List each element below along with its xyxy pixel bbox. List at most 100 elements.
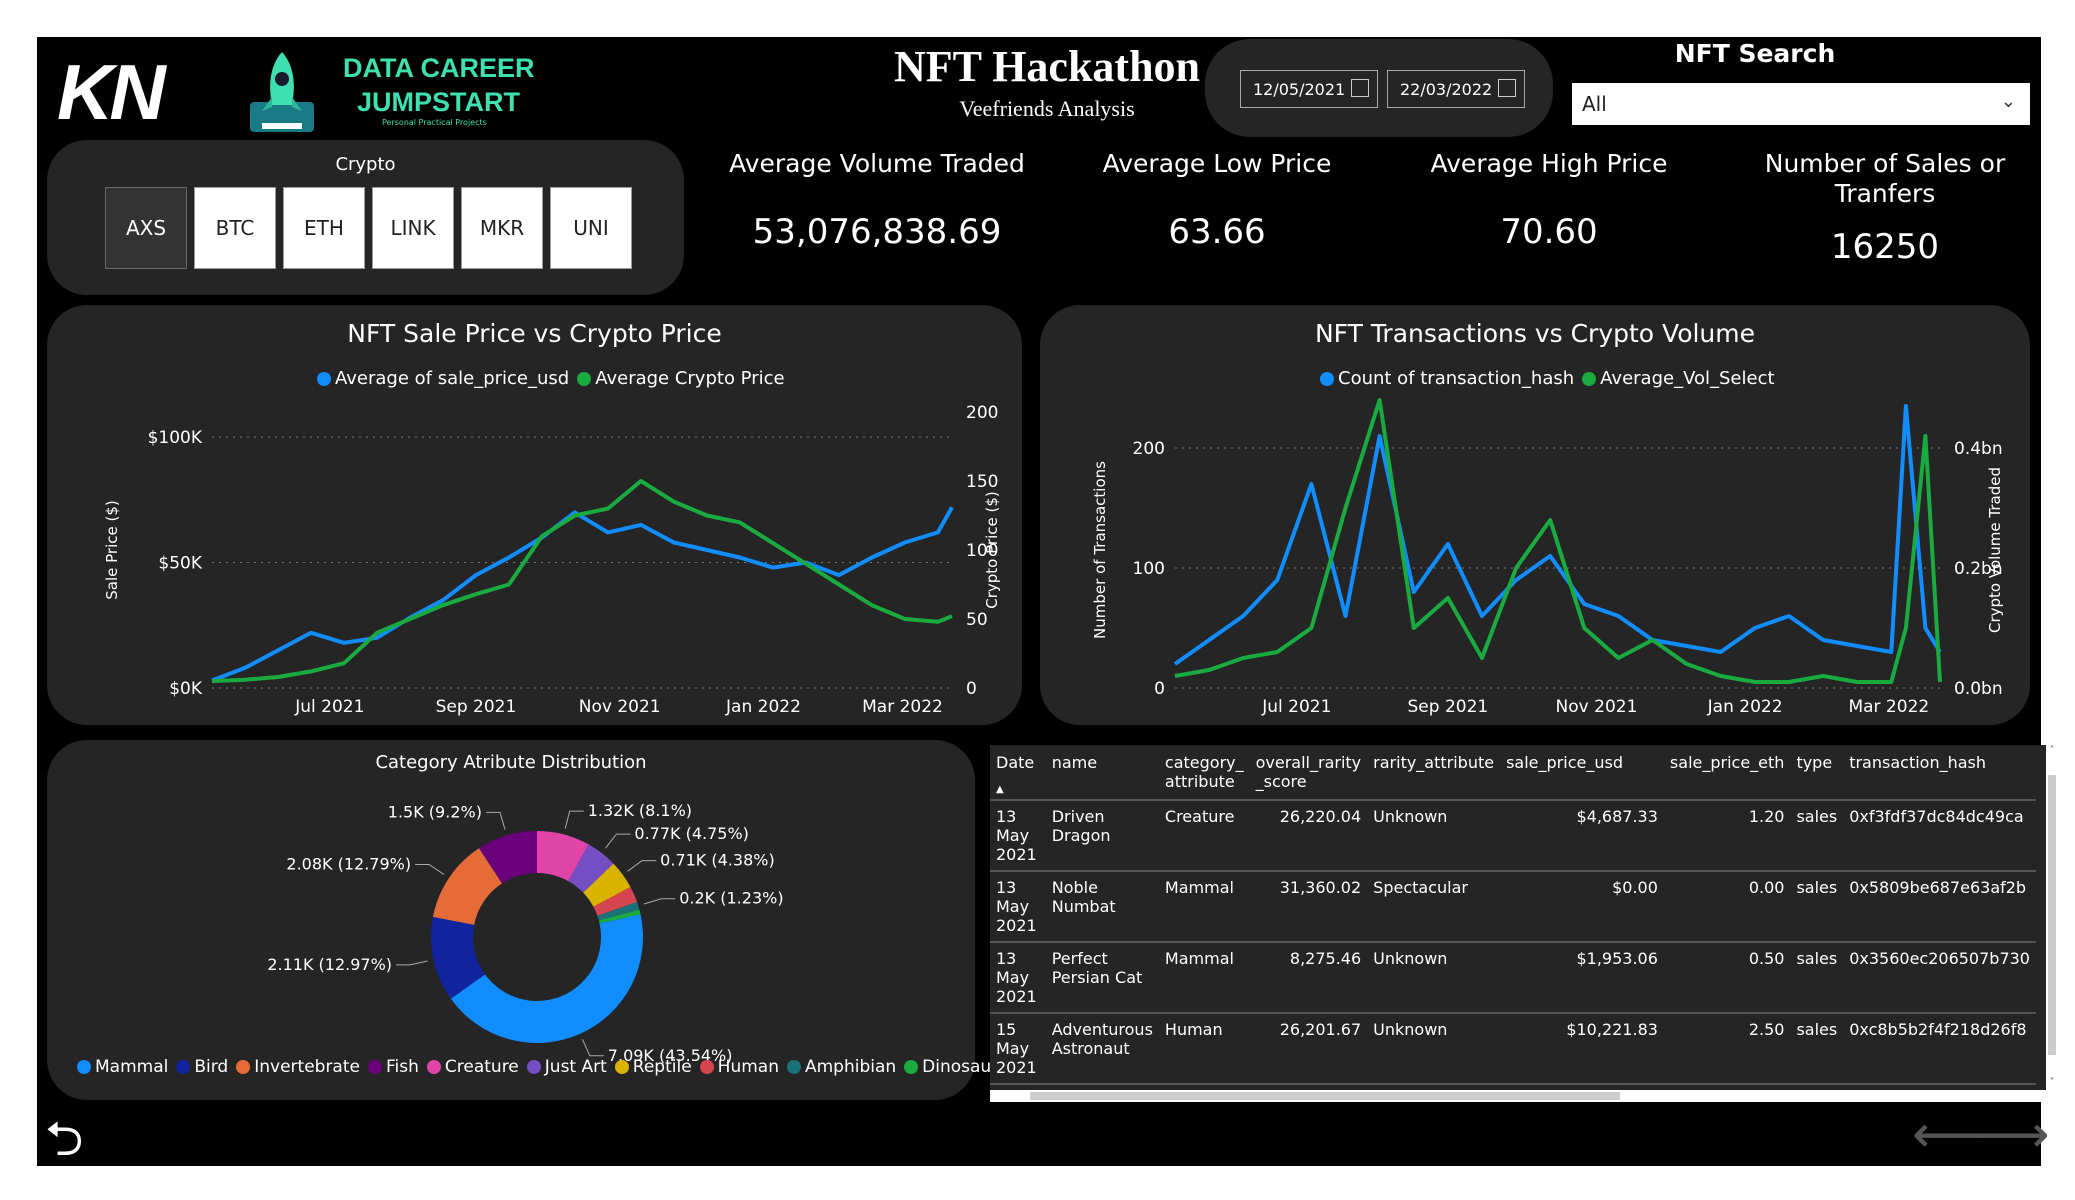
table-cell: $1,953.06 [1500, 941, 1664, 1013]
chart2-legend: Count of transaction_hash Average_Vol_Se… [1320, 368, 1775, 389]
scroll-thumb[interactable] [1030, 1092, 1620, 1100]
donut-data-label: 0.2K (1.23%) [679, 889, 783, 908]
table-cell: 26,201.67 [1249, 1012, 1368, 1084]
col-date[interactable]: Date ▲ [990, 745, 1046, 800]
page-subtitle: Veefriends Analysis [959, 96, 1135, 121]
col-type[interactable]: type [1790, 745, 1843, 800]
legend-label: Human [717, 1057, 779, 1077]
legend-label: Average of sale_price_usd [335, 368, 570, 389]
calendar-icon[interactable] [1498, 79, 1516, 97]
col-name[interactable]: name [1046, 745, 1159, 800]
table-cell: 0x5809be687e63af2b [1843, 870, 2036, 942]
series-line-primary [1173, 404, 1942, 666]
chevron-down-icon[interactable]: ⌄ [2001, 91, 2016, 112]
start-date-value: 12/05/2021 [1253, 79, 1346, 99]
y2-tick-label: 150 [966, 472, 998, 492]
crypto-option-btc[interactable]: BTC [194, 187, 276, 269]
legend-dot [786, 1060, 801, 1074]
transactions-vs-volume-chart: 01002000.0bn0.2bn0.4bnJul 2021 Sep 2021 No… [1091, 398, 2004, 722]
donut-leader-line [396, 960, 428, 966]
table-cell: Mammal [1158, 941, 1250, 1013]
col-rarity-score[interactable]: overall_rarity _score [1250, 745, 1368, 800]
donut-data-label: 0.71K (4.38%) [660, 851, 775, 870]
y-tick-label: $100K [148, 428, 203, 448]
horizontal-scrollbar[interactable] [990, 1090, 2046, 1102]
y2-tick-label: 200 [966, 403, 998, 423]
start-date-input[interactable]: 12/05/2021 [1240, 70, 1378, 108]
crypto-slicer-label: Crypto [335, 154, 396, 175]
table-cell: 15 May 2021 [990, 1012, 1046, 1084]
donut-data-label: 0.77K (4.75%) [634, 824, 749, 843]
chart1-legend: Average of sale_price_usd Average Crypto… [317, 368, 785, 389]
legend-label: Invertebrate [254, 1057, 360, 1077]
series-line-primary [211, 506, 954, 683]
table-cell: 0x3560ec206507b730 [1843, 941, 2036, 1013]
rocket-icon [242, 47, 322, 137]
col-sale-eth[interactable]: sale_price_eth [1664, 745, 1791, 800]
table-cell: 0xf3fdf37dc84dc49ca [1843, 799, 2036, 871]
table-cell: $10,221.83 [1500, 1012, 1664, 1084]
legend-label: Bird [194, 1057, 229, 1077]
table-cell: Human [1158, 1012, 1250, 1084]
table-cell: Spectacular [1367, 870, 1501, 942]
crypto-option-mkr[interactable]: MKR [461, 187, 543, 269]
donut-leader-line [605, 833, 631, 849]
kpi-title-avg-low: Average Low Price [1102, 149, 1332, 178]
x-axis-label: Date [1538, 721, 1576, 722]
y2-axis-label: Crypto Volume Traded [1986, 467, 2004, 633]
scroll-down-icon[interactable]: ˅ [2046, 1077, 2058, 1088]
sort-arrow-icon[interactable]: ▲ [996, 784, 1040, 795]
y-tick-label: 200 [1133, 439, 1165, 459]
y2-axis-label: Crypto Price ($) [983, 491, 1001, 608]
brand-line1: DATA CAREER [343, 53, 535, 83]
calendar-icon[interactable] [1351, 79, 1369, 97]
legend-dot [367, 1060, 382, 1074]
donut-title: Category Atribute Distribution [375, 752, 647, 773]
series-line-secondary [211, 479, 953, 684]
table-cell: Unknown [1367, 799, 1501, 871]
chart2-title: NFT Transactions vs Crypto Volume [1314, 319, 1756, 348]
legend-dot [176, 1060, 191, 1074]
table-cell: 0.50 [1663, 941, 1791, 1013]
table-cell: Unknown [1367, 1012, 1501, 1084]
table-row[interactable]: 15 May 2021 Adventurous Astronaut Human 26,… [990, 1012, 2036, 1084]
y2-tick-label: 0.0bn [1954, 679, 2003, 699]
y2-tick-label: 0.4bn [1954, 439, 2003, 459]
kpi-title-num-sales: Number of Sales or Tranfers [1764, 149, 2006, 208]
col-sale-usd[interactable]: sale_price_usd [1500, 745, 1664, 800]
nft-search-dropdown[interactable]: All ⌄ [1572, 83, 2030, 125]
table-cell: Driven Dragon [1045, 799, 1159, 871]
scroll-up-icon[interactable]: ˄ [2046, 745, 2058, 756]
crypto-option-link[interactable]: LINK [372, 187, 454, 269]
x-tick-label: Mar 2022 [1848, 697, 1929, 717]
scroll-thumb[interactable] [2048, 775, 2056, 1055]
col-category[interactable]: category_ attribute [1159, 745, 1250, 800]
table-row[interactable]: 13 May 2021 Perfect Persian Cat Mammal 8,27… [990, 941, 2036, 1013]
kn-logo: KN [57, 48, 166, 136]
y-axis-label: Sale Price ($) [103, 500, 121, 600]
col-rarity-attribute[interactable]: rarity_attribute [1367, 745, 1500, 800]
table-cell: Adventurous Astronaut [1045, 1012, 1159, 1084]
table-header-row: Date ▲ name category_ attribute overall_r… [990, 745, 2036, 800]
crypto-option-axs[interactable]: AXS [105, 187, 187, 269]
x-tick-label: Sep 2021 [436, 697, 517, 717]
col-hash[interactable]: transaction_hash [1843, 745, 2036, 800]
vertical-scrollbar[interactable]: ˄ ˅ [2046, 745, 2058, 1090]
x-tick-label: Sep 2021 [1408, 697, 1489, 717]
dashboard-canvas: KN DATA CAREER JUMPSTART Personal Practi… [37, 37, 2058, 1167]
end-date-input[interactable]: 22/03/2022 [1387, 70, 1525, 108]
crypto-option-eth[interactable]: ETH [283, 187, 365, 269]
crypto-option-uni[interactable]: UNI [550, 187, 632, 269]
donut-leader-line [627, 860, 657, 872]
x-tick-label: Nov 2021 [579, 697, 661, 717]
table-cell: 31,360.02 [1249, 870, 1368, 942]
next-page-arrow-icon[interactable]: ⟶ [1975, 1105, 2050, 1165]
table-row[interactable]: 13 May 2021 Noble Numbat Mammal 31,360.02 Sp… [990, 870, 2036, 942]
kpi-value-avg-high: 70.60 [1500, 212, 1598, 252]
back-icon[interactable]: ⮌ [45, 1105, 83, 1186]
donut-leader-line [582, 1039, 604, 1057]
table-row[interactable]: 13 May 2021 Driven Dragon Creature 26,220.0… [990, 799, 2036, 871]
brand-tagline: Personal Practical Projects [382, 118, 487, 127]
donut-leader-line [415, 863, 445, 875]
legend-label: Just Art [544, 1057, 607, 1077]
